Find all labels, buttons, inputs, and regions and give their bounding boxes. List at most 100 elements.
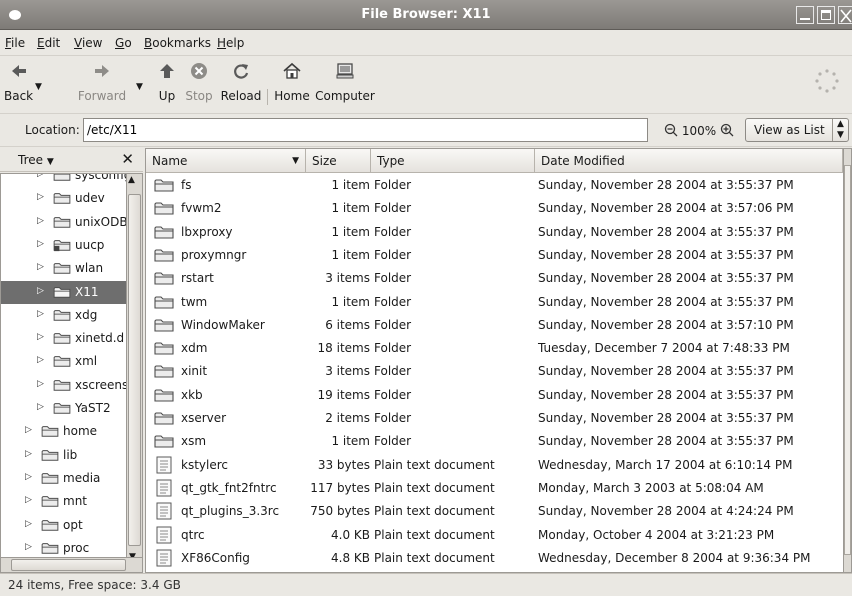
- sidebar: Tree ▼ ✕ ▷ sysconfig ▷ udev ▷ unixODB ▷ uucp ▷ wl…: [0, 148, 143, 573]
- zoom-in-icon[interactable]: [720, 123, 734, 137]
- file-list[interactable]: Name ▼ Size Type Date Modified fs 1 item F…: [145, 148, 852, 573]
- file-row[interactable]: fs 1 item Folder Sunday, November 28 2004 a…: [146, 174, 843, 197]
- expander-icon[interactable]: ▷: [37, 379, 44, 389]
- sidebar-type-selector[interactable]: Tree ▼: [18, 153, 54, 167]
- column-header-size[interactable]: Size: [306, 149, 371, 173]
- tree-item-x11[interactable]: ▷ X11: [1, 280, 126, 304]
- location-input[interactable]: [83, 118, 648, 142]
- tree-item-unixodb[interactable]: ▷ unixODB: [1, 211, 127, 234]
- expander-icon[interactable]: ▷: [37, 262, 44, 272]
- view-as-select[interactable]: View as List ▲ ▼: [745, 118, 849, 142]
- expander-icon[interactable]: ▷: [37, 192, 44, 202]
- tree-horizontal-scrollbar[interactable]: [0, 557, 143, 573]
- expander-icon[interactable]: ▷: [25, 472, 32, 482]
- computer-button[interactable]: Computer: [314, 56, 376, 112]
- file-row[interactable]: xdm 18 items Folder Tuesday, December 7 200…: [146, 337, 843, 360]
- folder-icon: [41, 519, 59, 531]
- text-document-icon: [156, 479, 172, 497]
- zoom-out-icon[interactable]: [664, 123, 678, 137]
- file-date-modified: Sunday, November 28 2004 at 3:55:37 PM: [538, 247, 794, 262]
- file-row[interactable]: xsm 1 item Folder Sunday, November 28 2004 …: [146, 430, 843, 453]
- tree-item-lib[interactable]: ▷ lib: [1, 444, 126, 467]
- file-row[interactable]: twm 1 item Folder Sunday, November 28 2004 …: [146, 291, 843, 314]
- maximize-button[interactable]: [817, 6, 835, 24]
- reload-icon: [234, 64, 249, 79]
- expander-icon[interactable]: ▷: [37, 239, 44, 249]
- tree-view[interactable]: ▷ sysconfig ▷ udev ▷ unixODB ▷ uucp ▷ wlan ▷ X11 ▷ xd…: [0, 173, 127, 563]
- expander-icon[interactable]: ▷: [37, 216, 44, 226]
- file-row[interactable]: qt_plugins_3.3rc 750 bytes Plain text docu…: [146, 500, 843, 523]
- close-sidebar-icon[interactable]: ✕: [121, 150, 134, 168]
- toolbar-separator: [267, 89, 268, 105]
- tree-item-opt[interactable]: ▷ opt: [1, 514, 126, 537]
- expander-icon[interactable]: ▷: [25, 542, 32, 552]
- column-header-type[interactable]: Type: [371, 149, 535, 173]
- file-row[interactable]: kstylerc 33 bytes Plain text document Wedne…: [146, 454, 843, 477]
- back-button[interactable]: ▼ Back: [4, 56, 46, 112]
- file-row[interactable]: proxymngr 1 item Folder Sunday, November 28…: [146, 244, 843, 267]
- file-row[interactable]: rstart 3 items Folder Sunday, November 28 2…: [146, 267, 843, 290]
- file-row[interactable]: qt_gtk_fnt2fntrc 117 bytes Plain text docu…: [146, 477, 843, 500]
- expander-icon[interactable]: ▷: [25, 449, 32, 459]
- tree-item-label: uucp: [75, 237, 105, 252]
- file-row[interactable]: xkb 19 items Folder Sunday, November 28 200…: [146, 384, 843, 407]
- expander-icon[interactable]: ▷: [37, 332, 44, 342]
- expander-icon[interactable]: ▷: [37, 174, 44, 179]
- tree-item-uucp[interactable]: ▷ uucp: [1, 234, 126, 257]
- tree-item-xinetd.d[interactable]: ▷ xinetd.d: [1, 327, 126, 350]
- expander-icon[interactable]: ▷: [25, 495, 32, 505]
- tree-item-udev[interactable]: ▷ udev: [1, 187, 126, 210]
- close-window-button[interactable]: [838, 6, 852, 24]
- menu-go[interactable]: Go: [115, 36, 132, 50]
- tree-item-xdg[interactable]: ▷ xdg: [1, 304, 126, 327]
- tree-item-sysconfig[interactable]: ▷ sysconfig: [1, 174, 126, 187]
- tree-scroll-thumb[interactable]: [128, 194, 141, 546]
- tree-item-mnt[interactable]: ▷ mnt: [1, 490, 126, 513]
- tree-item-xscreens[interactable]: ▷ xscreens: [1, 374, 126, 397]
- file-row[interactable]: xserver 2 items Folder Sunday, November 28 …: [146, 407, 843, 430]
- file-type: Folder: [374, 178, 412, 192]
- column-header-date[interactable]: Date Modified: [535, 149, 843, 173]
- tree-item-xml[interactable]: ▷ xml: [1, 350, 126, 373]
- menu-bookmarks[interactable]: Bookmarks: [144, 36, 211, 50]
- up-button[interactable]: Up: [156, 56, 178, 112]
- expander-icon[interactable]: ▷: [37, 402, 44, 412]
- minimize-button[interactable]: [796, 6, 814, 24]
- reload-button[interactable]: Reload: [219, 56, 263, 112]
- folder-icon: [53, 403, 71, 414]
- file-row[interactable]: XF86Config 4.8 KB Plain text document Wedne…: [146, 547, 843, 570]
- tree-vertical-scrollbar[interactable]: ▲ ▼: [127, 173, 143, 563]
- file-row[interactable]: WindowMaker 6 items Folder Sunday, November…: [146, 314, 843, 337]
- tree-item-home[interactable]: ▷ home: [1, 420, 126, 443]
- menu-edit[interactable]: Edit: [37, 36, 60, 50]
- file-row[interactable]: qtrc 4.0 KB Plain text document Monday, Oct…: [146, 524, 843, 547]
- zoom-level[interactable]: 100%: [682, 124, 716, 138]
- tree-item-label: media: [63, 470, 101, 485]
- expander-icon[interactable]: ▷: [37, 286, 44, 296]
- file-row[interactable]: lbxproxy 1 item Folder Sunday, November 28 …: [146, 221, 843, 244]
- expander-icon[interactable]: ▷: [25, 425, 32, 435]
- tree-item-wlan[interactable]: ▷ wlan: [1, 257, 126, 280]
- menu-file[interactable]: File: [5, 36, 25, 50]
- expander-icon[interactable]: ▷: [25, 519, 32, 529]
- menu-help[interactable]: Help: [217, 36, 244, 50]
- expander-icon[interactable]: ▷: [37, 309, 44, 319]
- file-name: xdm: [181, 341, 208, 356]
- column-header-name[interactable]: Name ▼: [146, 149, 306, 173]
- tree-hscroll-thumb[interactable]: [11, 559, 126, 571]
- tree-item-yast2[interactable]: ▷ YaST2: [1, 397, 126, 420]
- file-list-scrollbar[interactable]: [843, 149, 851, 572]
- tree-item-label: xml: [75, 354, 98, 369]
- file-list-scroll-thumb[interactable]: [844, 165, 851, 555]
- column-type-label: Type: [377, 154, 405, 168]
- menu-view[interactable]: View: [74, 36, 102, 50]
- file-row[interactable]: xinit 3 items Folder Sunday, November 28 20…: [146, 360, 843, 383]
- scroll-up-icon[interactable]: ▲: [128, 175, 135, 185]
- tree-item-label: unixODB: [75, 214, 127, 229]
- expander-icon[interactable]: ▷: [37, 355, 44, 365]
- forward-button[interactable]: ▼ Forward: [74, 56, 143, 112]
- tree-item-media[interactable]: ▷ media: [1, 467, 126, 490]
- home-button[interactable]: Home: [271, 56, 313, 112]
- file-row[interactable]: fvwm2 1 item Folder Sunday, November 28 200…: [146, 197, 843, 220]
- stop-button[interactable]: Stop: [184, 56, 214, 112]
